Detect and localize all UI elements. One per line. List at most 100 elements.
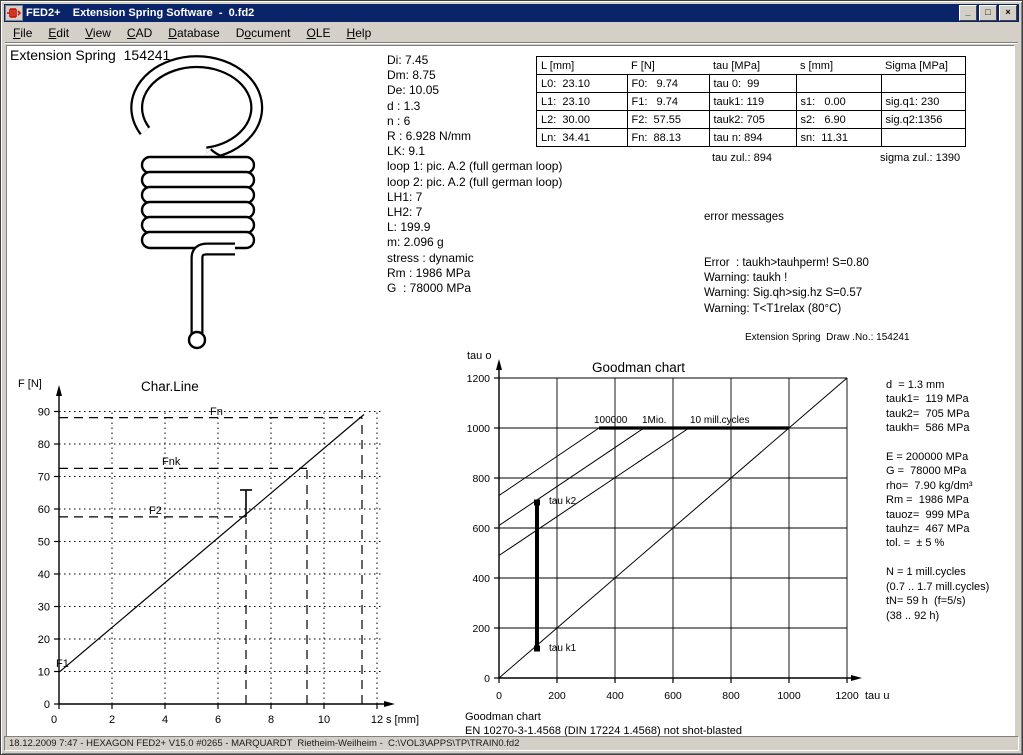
menu-item-view[interactable]: View bbox=[77, 24, 119, 42]
svg-text:0: 0 bbox=[44, 699, 50, 711]
goodman-chart: Goodman chart tau o tau u 1200 1000 800 60… bbox=[457, 347, 927, 707]
col-header-s: s [mm] bbox=[796, 57, 881, 75]
svg-text:40: 40 bbox=[38, 569, 50, 581]
cell-sig-n bbox=[881, 129, 966, 147]
charline-title: Char.Line bbox=[141, 379, 199, 394]
status-text: 18.12.2009 7:47 - HEXAGON FED2+ V15.0 #0… bbox=[9, 738, 519, 749]
svg-text:600: 600 bbox=[664, 690, 682, 702]
results-table: L [mm] F [N] tau [MPa] s [mm] Sigma [MPa… bbox=[536, 56, 966, 147]
table-row: L2: 30.00 F2: 57.55 tauk2: 705 s2: 6.90 … bbox=[537, 111, 966, 129]
svg-text:1000: 1000 bbox=[467, 423, 491, 435]
charline-chart: Char.Line F [N] s [mm] 9080 7060 5040 30… bbox=[10, 377, 450, 732]
sigma-zul-value: sigma zul.: 1390 bbox=[880, 152, 960, 164]
svg-text:2: 2 bbox=[109, 714, 115, 726]
error-messages-list: Error : taukh>tauhperm! S=0.80 Warning: … bbox=[704, 256, 869, 317]
minimize-button[interactable]: _ bbox=[959, 5, 977, 21]
app-icon[interactable] bbox=[5, 5, 23, 21]
cell-Ln: Ln: 34.41 bbox=[537, 129, 628, 147]
goodman-xlabel: tau u bbox=[865, 690, 889, 702]
svg-text:0: 0 bbox=[51, 714, 57, 726]
svg-text:50: 50 bbox=[38, 537, 50, 549]
svg-text:800: 800 bbox=[722, 690, 740, 702]
title-bar[interactable]: FED2+ Extension Spring Software - 0.fd2 … bbox=[4, 4, 1019, 22]
error-messages: error messages Error : taukh>tauhperm! S… bbox=[704, 180, 869, 347]
col-header-tau: tau [MPa] bbox=[709, 57, 796, 75]
cell-s0 bbox=[796, 75, 881, 93]
tau-zul-value: tau zul.: 894 bbox=[712, 152, 772, 164]
col-header-F: F [N] bbox=[627, 57, 709, 75]
extension-spring-drawing bbox=[117, 52, 327, 352]
svg-text:1200: 1200 bbox=[835, 690, 859, 702]
svg-text:20: 20 bbox=[38, 634, 50, 646]
cell-s2: s2: 6.90 bbox=[796, 111, 881, 129]
cell-tauk1: tauk1: 119 bbox=[709, 93, 796, 111]
menu-item-file[interactable]: File bbox=[5, 24, 40, 42]
cell-sigq1: sig.q1: 230 bbox=[881, 93, 966, 111]
svg-text:80: 80 bbox=[38, 439, 50, 451]
error-messages-title: error messages bbox=[704, 210, 869, 225]
menu-item-document[interactable]: Document bbox=[228, 24, 299, 42]
table-row: L0: 23.10 F0: 9.74 tau 0: 99 bbox=[537, 75, 966, 93]
menu-item-help[interactable]: Help bbox=[339, 24, 380, 42]
charline-ytick-labels: 9080 7060 5040 3020 100 bbox=[38, 407, 50, 712]
cell-F2: F2: 57.55 bbox=[627, 111, 709, 129]
svg-text:12: 12 bbox=[371, 714, 383, 726]
menu-item-edit[interactable]: Edit bbox=[40, 24, 77, 42]
label-10mill-cycles: 10 mill.cycles bbox=[690, 415, 749, 426]
col-header-sigma: Sigma [MPa] bbox=[881, 57, 966, 75]
cell-sn: sn: 11.31 bbox=[796, 129, 881, 147]
cell-L0: L0: 23.10 bbox=[537, 75, 628, 93]
svg-text:600: 600 bbox=[472, 523, 490, 535]
goodman-ylabel: tau o bbox=[467, 350, 491, 362]
goodman-title: Goodman chart bbox=[592, 360, 685, 375]
cell-L1: L1: 23.10 bbox=[537, 93, 628, 111]
label-F1: F1 bbox=[56, 658, 69, 670]
menu-item-cad[interactable]: CAD bbox=[119, 24, 160, 42]
cell-tauk2: tauk2: 705 bbox=[709, 111, 796, 129]
col-header-L: L [mm] bbox=[537, 57, 628, 75]
cell-F0: F0: 9.74 bbox=[627, 75, 709, 93]
cell-sigq2: sig.q2:1356 bbox=[881, 111, 966, 129]
label-F2: F2 bbox=[149, 505, 162, 517]
cell-taun: tau n: 894 bbox=[709, 129, 796, 147]
svg-text:800: 800 bbox=[472, 473, 490, 485]
label-Fnk: Fnk bbox=[162, 456, 181, 468]
cell-sig0 bbox=[881, 75, 966, 93]
status-bar: 18.12.2009 7:47 - HEXAGON FED2+ V15.0 #0… bbox=[4, 736, 1019, 751]
window-title: FED2+ Extension Spring Software - 0.fd2 bbox=[26, 7, 254, 19]
svg-text:200: 200 bbox=[548, 690, 566, 702]
label-tau-k2: tau k2 bbox=[549, 496, 577, 507]
close-button[interactable]: × bbox=[999, 5, 1017, 21]
goodman-ytick-labels: 12001000 800600 400200 0 bbox=[467, 373, 491, 685]
drawing-number: Extension Spring Draw .No.: 154241 bbox=[745, 332, 910, 343]
cell-F1: F1: 9.74 bbox=[627, 93, 709, 111]
cell-Fn: Fn: 88.13 bbox=[627, 129, 709, 147]
client-area: Extension Spring 154241 Di: 7.45 Dm: 8.7… bbox=[6, 45, 1015, 742]
cell-tau0: tau 0: 99 bbox=[709, 75, 796, 93]
svg-text:400: 400 bbox=[472, 573, 490, 585]
menu-item-database[interactable]: Database bbox=[160, 24, 227, 42]
cell-L2: L2: 30.00 bbox=[537, 111, 628, 129]
svg-text:6: 6 bbox=[215, 714, 221, 726]
label-100000-cycles: 100000 bbox=[594, 415, 628, 426]
label-Fn: Fn bbox=[210, 406, 223, 418]
menu-bar: File Edit View CAD Database Document OLE… bbox=[5, 23, 1018, 43]
cell-s1: s1: 0.00 bbox=[796, 93, 881, 111]
table-row: L1: 23.10 F1: 9.74 tauk1: 119 s1: 0.00 s… bbox=[537, 93, 966, 111]
goodman-info-panel: d = 1.3 mm tauk1= 119 MPa tauk2= 705 MPa… bbox=[886, 378, 989, 623]
svg-text:1200: 1200 bbox=[467, 373, 491, 385]
svg-text:0: 0 bbox=[496, 690, 502, 702]
charline-ylabel: F [N] bbox=[18, 378, 42, 390]
charline-xtick-labels: 02 46 810 12 bbox=[51, 714, 383, 726]
maximize-button[interactable]: □ bbox=[979, 5, 997, 21]
svg-text:70: 70 bbox=[38, 472, 50, 484]
menu-item-ole[interactable]: OLE bbox=[299, 24, 339, 42]
table-header-row: L [mm] F [N] tau [MPa] s [mm] Sigma [MPa… bbox=[537, 57, 966, 75]
svg-text:60: 60 bbox=[38, 504, 50, 516]
app-window: FED2+ Extension Spring Software - 0.fd2 … bbox=[0, 0, 1023, 755]
table-row: Ln: 34.41 Fn: 88.13 tau n: 894 sn: 11.31 bbox=[537, 129, 966, 147]
svg-text:0: 0 bbox=[484, 673, 490, 685]
goodman-material-note: Goodman chart EN 10270-3-1.4568 (DIN 172… bbox=[465, 710, 742, 738]
goodman-xtick-labels: 0200 400600 8001000 1200 bbox=[496, 690, 859, 702]
svg-text:400: 400 bbox=[606, 690, 624, 702]
